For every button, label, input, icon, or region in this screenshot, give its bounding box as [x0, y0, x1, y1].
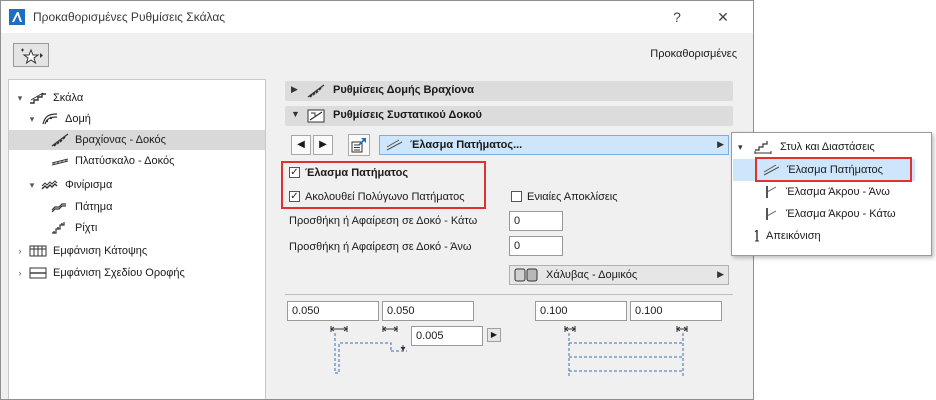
chevron-down-icon: ▾ [738, 142, 743, 152]
style-dimensions-icon [754, 141, 772, 154]
chevron-right-icon: ▶ [717, 139, 724, 149]
chevron-right-icon[interactable]: › [15, 263, 25, 283]
tree-item-floor-plan[interactable]: › Εμφάνιση Κάτοψης [9, 241, 265, 261]
landing-beam-icon [51, 158, 69, 166]
highlight-box-popup [755, 157, 912, 182]
end-plate-bottom-icon [766, 208, 777, 220]
chevron-right-icon[interactable]: › [15, 241, 25, 261]
dimension-left-2-input[interactable]: 0.050 [382, 301, 474, 321]
component-selector-value: Έλασμα Πατήματος... [410, 139, 523, 151]
favorites-star-icon [21, 48, 43, 64]
chevron-down-icon[interactable]: ▾ [15, 88, 25, 108]
popup-item-label: Έλασμα Άκρου - Κάτω [786, 208, 896, 220]
bottom-offset-label: Προσθήκη ή Αφαίρεση σε Δοκό - Κάτω [289, 215, 478, 227]
chevron-down-icon[interactable]: ▾ [27, 175, 37, 195]
popup-item-representation[interactable]: Απεικόνιση [732, 225, 931, 247]
material-value: Χάλυβας - Δομικός [546, 269, 638, 281]
chevron-down-icon: ▼ [291, 109, 300, 119]
floor-plan-icon [29, 245, 47, 257]
bottom-offset-input[interactable]: 0 [509, 211, 563, 231]
archicad-app-icon [9, 9, 25, 25]
section-label: Ρυθμίσεις Συστατικού Δοκού [333, 109, 482, 121]
tree-item-label: Εμφάνιση Σχεδίου Οροφής [53, 267, 185, 279]
popup-item-end-plate-top[interactable]: Έλασμα Άκρου - Άνω [732, 181, 931, 203]
section-beam-component[interactable]: ▼ Ρυθμίσεις Συστατικού Δοκού [285, 106, 733, 126]
tree-item-landing-beam[interactable]: Πλατύσκαλο - Δοκός [9, 151, 265, 171]
beam-component-icon [307, 109, 325, 123]
highlight-box-options [281, 161, 486, 209]
flight-beam-icon [51, 133, 69, 147]
checkbox-label: Ενιαίες Αποκλίσεις [527, 191, 618, 203]
previous-component-button[interactable]: ◀ [291, 135, 311, 155]
tree-item-riser[interactable]: Ρίχτι [9, 218, 265, 238]
tree-item-label: Ρίχτι [75, 222, 98, 234]
dimension-right-1-input[interactable]: 0.100 [535, 301, 627, 321]
stair-settings-dialog: Προκαθορισμένες Ρυθμίσεις Σκάλας ? ✕ Προ… [0, 0, 754, 400]
ceiling-plan-icon [29, 267, 47, 279]
component-selector-dropdown[interactable]: Έλασμα Πατήματος... ▶ [379, 135, 729, 155]
component-navigator-popup: ▾ Στυλ και Διαστάσεις Έλασμα Πατήματος Έ… [731, 132, 932, 256]
right-dimension-diagram [564, 326, 688, 377]
tree-scrollbar[interactable] [267, 79, 273, 399]
popup-item-end-plate-bottom[interactable]: Έλασμα Άκρου - Κάτω [732, 203, 931, 225]
popup-item-label: Απεικόνιση [766, 230, 821, 242]
popup-item-style-dimensions[interactable]: ▾ Στυλ και Διαστάσεις [732, 136, 931, 158]
tree-item-tread[interactable]: Πάτημα [9, 197, 265, 217]
end-plate-top-icon [766, 186, 777, 198]
next-component-button[interactable]: ▶ [313, 135, 333, 155]
popup-item-label: Έλασμα Άκρου - Άνω [786, 186, 890, 198]
top-offset-input[interactable]: 0 [509, 236, 563, 256]
flight-structure-icon [307, 84, 325, 98]
tree-item-label: Σκάλα [53, 92, 84, 104]
stair-icon [30, 92, 46, 104]
popup-item-label: Στυλ και Διαστάσεις [780, 141, 875, 153]
chevron-down-icon[interactable]: ▾ [27, 109, 37, 129]
structure-icon [42, 113, 58, 125]
tree-item-label: Πλατύσκαλο - Δοκός [75, 155, 175, 167]
chevron-right-icon: ▶ [291, 84, 298, 94]
preset-label: Προκαθορισμένες [650, 48, 737, 60]
chevron-right-icon: ▶ [717, 269, 724, 279]
top-offset-label: Προσθήκη ή Αφαίρεση σε Δοκό - Άνω [289, 241, 472, 253]
dimension-right-2-input[interactable]: 0.100 [630, 301, 722, 321]
dimension-left-1-input[interactable]: 0.050 [287, 301, 379, 321]
tree-item-flight-beam[interactable]: Βραχίονας - Δοκός [9, 130, 265, 150]
tree-item-label: Εμφάνιση Κάτοψης [53, 245, 148, 257]
tree-item-finish[interactable]: ▾ Φινίρισμα [9, 175, 265, 195]
material-selector[interactable]: Χάλυβας - Δομικός ▶ [509, 265, 729, 285]
window-title: Προκαθορισμένες Ρυθμίσεις Σκάλας [33, 10, 226, 24]
tree-item-label: Φινίρισμα [65, 179, 113, 191]
riser-icon [52, 222, 65, 234]
edit-component-button[interactable] [348, 134, 370, 156]
uniform-offsets-checkbox[interactable] [511, 191, 522, 202]
tread-plate-icon [386, 139, 403, 151]
close-button[interactable]: ✕ [703, 5, 743, 29]
title-bar: Προκαθορισμένες Ρυθμίσεις Σκάλας ? ✕ [1, 1, 753, 33]
settings-tree: ▾ Σκάλα ▾ Δομή Βραχίονας - Δοκός Πλατύσκ… [8, 79, 266, 399]
finish-icon [41, 180, 58, 190]
tree-item-label: Βραχίονας - Δοκός [75, 134, 166, 146]
material-swatch-icon [514, 268, 538, 282]
tree-item-structure[interactable]: ▾ Δομή [9, 109, 265, 129]
tree-item-label: Δομή [65, 113, 91, 125]
tree-item-ceiling-plan[interactable]: › Εμφάνιση Σχεδίου Οροφής [9, 263, 265, 283]
tree-item-label: Πάτημα [75, 201, 113, 213]
left-dimension-diagram [330, 326, 407, 374]
favorites-button[interactable] [13, 43, 49, 67]
edit-list-icon [351, 138, 366, 153]
section-flight-structure[interactable]: ▶ Ρυθμίσεις Δομής Βραχίονα [285, 81, 733, 101]
tread-icon [51, 203, 66, 213]
tree-item-stair[interactable]: ▾ Σκάλα [9, 88, 265, 108]
help-button[interactable]: ? [657, 5, 697, 29]
section-divider [285, 294, 733, 295]
section-label: Ρυθμίσεις Δομής Βραχίονα [333, 84, 474, 96]
dimension-stepper-button[interactable]: ▶ [487, 328, 501, 342]
